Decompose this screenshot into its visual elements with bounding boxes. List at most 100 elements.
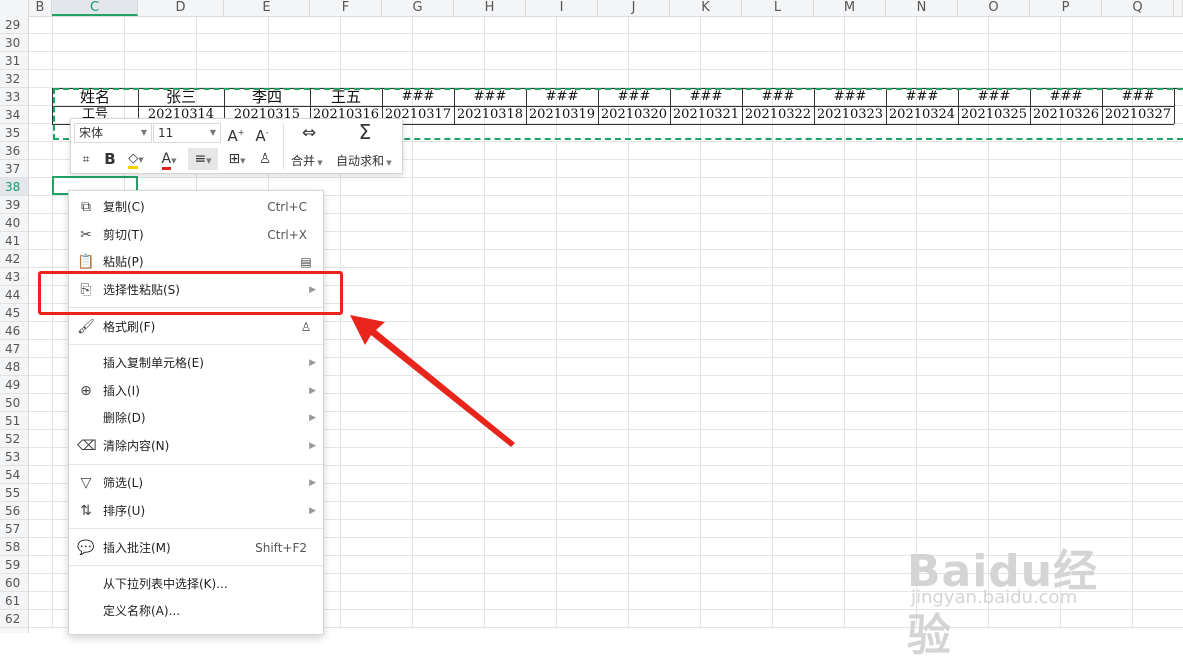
fit-text-icon[interactable]: ⌗ [76, 148, 96, 170]
paste-values-icon[interactable]: ▤ [297, 253, 315, 271]
column-header[interactable]: H [454, 0, 526, 16]
autosum-button[interactable]: 自动求和 ▼ [336, 152, 392, 169]
row-header[interactable]: 37 [0, 160, 28, 178]
submenu-arrow-icon: ▶ [309, 358, 316, 368]
font-size-select[interactable]: 11 ▼ [153, 123, 221, 143]
annotation-arrow-icon [350, 315, 515, 447]
merge-button[interactable]: 合并 ▼ [291, 152, 323, 169]
column-header[interactable]: O [958, 0, 1030, 16]
row-header[interactable]: 51 [0, 412, 28, 430]
column-header[interactable]: J [598, 0, 670, 16]
row-header[interactable]: 40 [0, 214, 28, 232]
menu-item-copy[interactable]: ⧉ 复制(C) Ctrl+C [69, 195, 323, 219]
menu-item-sort[interactable]: ⇅ 排序(U) ▶ [69, 499, 323, 523]
format-painter-icon[interactable]: ♙ [297, 318, 315, 336]
row-header[interactable]: 36 [0, 142, 28, 160]
column-header[interactable]: K [670, 0, 742, 16]
floating-format-toolbar: 宋体 ▼ 11 ▼ A+ A- ⌗ B ◇▼ A▼ ≡▼ ⊞▼ ♙ ⇔ 合并 ▼… [70, 118, 403, 174]
column-header[interactable]: I [526, 0, 598, 16]
row-header[interactable]: 42 [0, 250, 28, 268]
fill-color-icon[interactable]: ◇▼ [123, 148, 149, 170]
row-header[interactable]: 33 [0, 88, 28, 106]
row-header[interactable]: 61 [0, 592, 28, 610]
column-header[interactable]: B [29, 0, 52, 16]
increase-font-icon[interactable]: A+ [225, 122, 247, 145]
menu-item-cut[interactable]: ✂ 剪切(T) Ctrl+X [69, 223, 323, 247]
row-header[interactable]: 50 [0, 394, 28, 412]
watermark-url: jingyan.baidu.com [911, 587, 1078, 608]
row-header[interactable]: 39 [0, 196, 28, 214]
row-header[interactable]: 38 [0, 178, 28, 196]
row-header[interactable]: 30 [0, 34, 28, 52]
row-header[interactable]: 47 [0, 340, 28, 358]
row-header[interactable]: 60 [0, 574, 28, 592]
row-header[interactable]: 55 [0, 484, 28, 502]
column-header[interactable]: N [886, 0, 958, 16]
filter-icon: ▽ [80, 475, 92, 491]
annotation-highlight-box [38, 271, 343, 315]
menu-separator [69, 464, 323, 465]
format-painter-icon[interactable]: ♙ [255, 148, 275, 170]
column-header[interactable]: L [742, 0, 814, 16]
submenu-arrow-icon: ▶ [309, 506, 316, 516]
scissors-icon: ✂ [80, 227, 92, 243]
submenu-arrow-icon: ▶ [309, 386, 316, 396]
column-header[interactable]: P [1030, 0, 1102, 16]
menu-item-define-name[interactable]: 定义名称(A)... [69, 599, 323, 623]
row-header[interactable]: 54 [0, 466, 28, 484]
column-header[interactable]: Q [1102, 0, 1174, 16]
row-header[interactable]: 43 [0, 268, 28, 286]
menu-item-filter[interactable]: ▽ 筛选(L) ▶ [69, 471, 323, 495]
column-header[interactable]: E [224, 0, 310, 16]
row-header[interactable]: 48 [0, 358, 28, 376]
menu-item-insert-comment[interactable]: 💬 插入批注(M) Shift+F2 [69, 536, 323, 560]
row-header[interactable]: 62 [0, 610, 28, 628]
divider [283, 123, 284, 169]
row-header[interactable]: 35 [0, 124, 28, 142]
chevron-down-icon: ▼ [209, 128, 216, 137]
row-header[interactable]: 49 [0, 376, 28, 394]
borders-icon[interactable]: ⊞▼ [223, 148, 251, 170]
column-header[interactable] [1174, 0, 1183, 16]
font-color-icon[interactable]: A▼ [156, 148, 182, 170]
row-header[interactable]: 29 [0, 16, 28, 34]
menu-item-clear[interactable]: ⌫ 清除内容(N) ▶ [69, 434, 323, 458]
menu-item-insert-copied[interactable]: 插入复制单元格(E) ▶ [69, 351, 323, 375]
column-header-bar: B C D E F G H I J K L M N O P Q [0, 0, 1183, 17]
menu-item-format-painter[interactable]: 🖌 格式刷(F) ♙ [69, 315, 323, 339]
merge-cells-icon[interactable]: ⇔ [293, 122, 325, 144]
row-header[interactable]: 34 [0, 106, 28, 124]
row-header[interactable]: 56 [0, 502, 28, 520]
row-header[interactable]: 46 [0, 322, 28, 340]
sigma-icon[interactable]: Σ [351, 121, 379, 143]
decrease-font-icon[interactable]: A- [251, 122, 273, 145]
submenu-arrow-icon: ▶ [309, 413, 316, 423]
menu-item-pick-from-list[interactable]: 从下拉列表中选择(K)... [69, 572, 323, 596]
row-header[interactable]: 41 [0, 232, 28, 250]
column-header[interactable]: G [382, 0, 454, 16]
menu-item-insert[interactable]: ⊕ 插入(I) ▶ [69, 379, 323, 403]
bold-icon[interactable]: B [101, 148, 119, 170]
font-name-select[interactable]: 宋体 ▼ [74, 123, 152, 143]
row-header[interactable]: 58 [0, 538, 28, 556]
row-header[interactable]: 31 [0, 52, 28, 70]
row-header[interactable]: 45 [0, 304, 28, 322]
comment-icon: 💬 [77, 540, 95, 556]
row-header[interactable]: 52 [0, 430, 28, 448]
row-header[interactable]: 53 [0, 448, 28, 466]
menu-item-delete[interactable]: 删除(D) ▶ [69, 406, 323, 430]
column-header[interactable]: D [138, 0, 224, 16]
row-header[interactable]: 32 [0, 70, 28, 88]
select-all-corner[interactable] [0, 0, 29, 16]
row-header[interactable]: 44 [0, 286, 28, 304]
column-header[interactable]: F [310, 0, 382, 16]
copy-icon: ⧉ [81, 199, 91, 215]
row-header[interactable]: 59 [0, 556, 28, 574]
menu-separator [69, 565, 323, 566]
column-header-active[interactable]: C [52, 0, 138, 16]
font-name-value: 宋体 [79, 126, 104, 140]
row-header[interactable]: 57 [0, 520, 28, 538]
align-icon[interactable]: ≡▼ [188, 148, 218, 170]
column-header[interactable]: M [814, 0, 886, 16]
eraser-icon: ⌫ [77, 438, 97, 454]
